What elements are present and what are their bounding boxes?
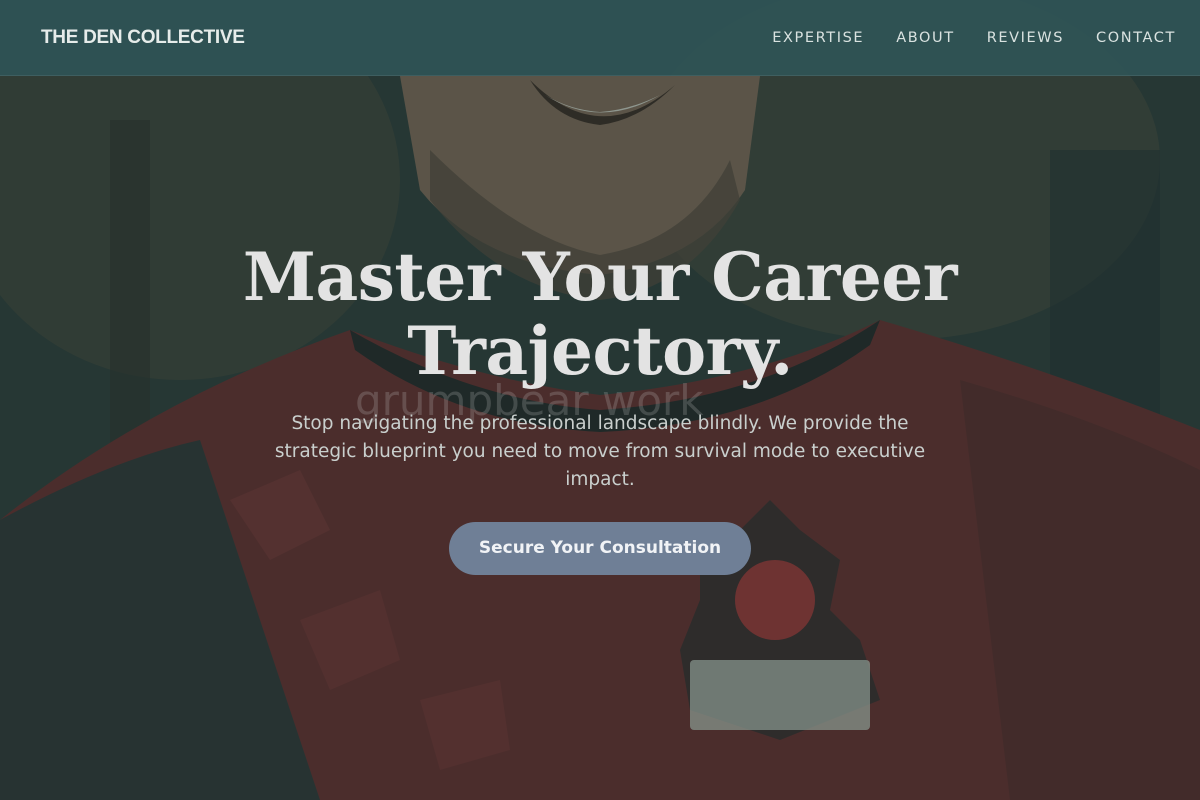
brand-logo[interactable]: THE DEN COLLECTIVE: [41, 27, 245, 49]
nav-link-reviews[interactable]: REVIEWS: [987, 30, 1064, 46]
nav-link-about[interactable]: ABOUT: [896, 30, 955, 46]
headline-line-2: Trajectory.: [407, 312, 793, 390]
top-navbar: THE DEN COLLECTIVE EXPERTISE ABOUT REVIE…: [0, 0, 1200, 76]
hero-section: grumpbear work Master Your Career Trajec…: [0, 0, 1200, 800]
headline-line-1: Master Your Career: [242, 238, 958, 316]
hero-headline: Master Your Career Trajectory.: [0, 240, 1200, 388]
main-nav: EXPERTISE ABOUT REVIEWS CONTACT: [740, 30, 1176, 46]
nav-link-contact[interactable]: CONTACT: [1096, 30, 1176, 46]
hero-subtext: Stop navigating the professional landsca…: [274, 413, 926, 490]
secure-consultation-button[interactable]: Secure Your Consultation: [449, 522, 751, 575]
hero-content: Master Your Career Trajectory. Stop navi…: [0, 240, 1200, 575]
nav-link-expertise[interactable]: EXPERTISE: [772, 30, 864, 46]
